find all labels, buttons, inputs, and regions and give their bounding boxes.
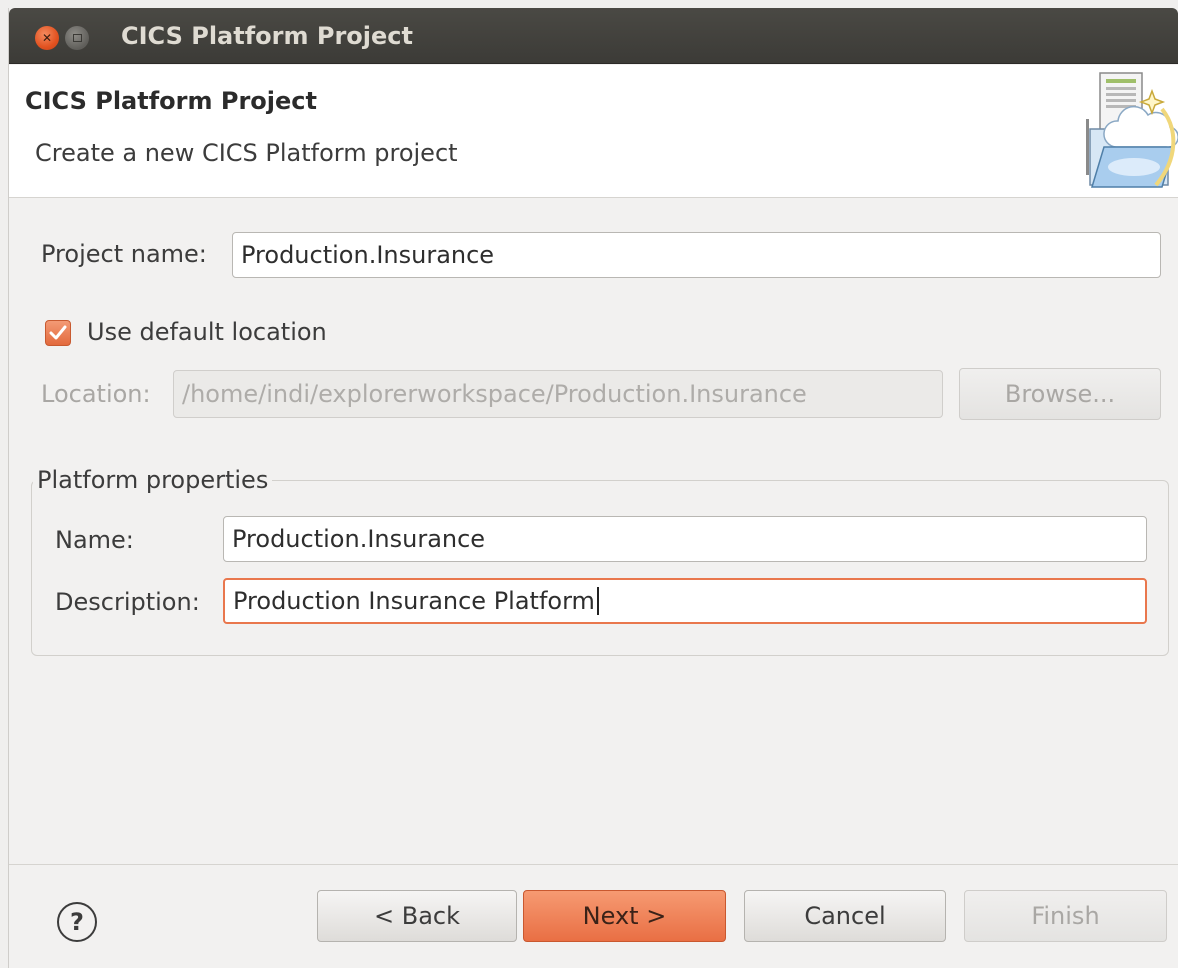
- maximize-window-button[interactable]: [65, 26, 89, 50]
- location-input: /home/indi/explorerworkspace/Production.…: [173, 370, 943, 418]
- platform-name-label: Name:: [55, 526, 134, 554]
- title-bar: ✕ CICS Platform Project: [9, 8, 1178, 64]
- description-text: Production Insurance Platform: [233, 587, 595, 615]
- close-window-button[interactable]: ✕: [35, 26, 59, 50]
- close-icon: ✕: [41, 31, 53, 45]
- wizard-banner: CICS Platform Project Create a new CICS …: [9, 65, 1178, 198]
- finish-button: Finish: [964, 890, 1167, 942]
- location-label: Location:: [41, 380, 151, 408]
- text-caret: [596, 587, 599, 615]
- description-label: Description:: [55, 588, 200, 616]
- use-default-location-checkbox[interactable]: [45, 320, 71, 346]
- platform-properties-legend: Platform properties: [33, 466, 273, 494]
- platform-name-input[interactable]: Production.Insurance: [223, 516, 1147, 562]
- back-button[interactable]: < Back: [317, 890, 517, 942]
- next-button[interactable]: Next >: [523, 890, 726, 942]
- platform-properties-group: [31, 480, 1169, 656]
- new-project-wizard-icon: [1086, 72, 1178, 188]
- project-name-input[interactable]: Production.Insurance: [232, 232, 1161, 278]
- wizard-dialog: ✕ CICS Platform Project CICS Platform Pr…: [8, 8, 1178, 968]
- help-icon[interactable]: ?: [57, 902, 97, 942]
- use-default-location-label[interactable]: Use default location: [87, 318, 327, 346]
- project-name-label: Project name:: [41, 240, 207, 268]
- page-description: Create a new CICS Platform project: [35, 139, 458, 167]
- checkmark-icon: [49, 325, 67, 340]
- page-title: CICS Platform Project: [25, 87, 317, 115]
- maximize-icon: [72, 34, 82, 42]
- footer-separator: [9, 864, 1178, 865]
- description-input[interactable]: Production Insurance Platform: [223, 578, 1147, 624]
- window-title: CICS Platform Project: [121, 22, 413, 50]
- cancel-button[interactable]: Cancel: [744, 890, 946, 942]
- browse-button: Browse...: [959, 368, 1161, 420]
